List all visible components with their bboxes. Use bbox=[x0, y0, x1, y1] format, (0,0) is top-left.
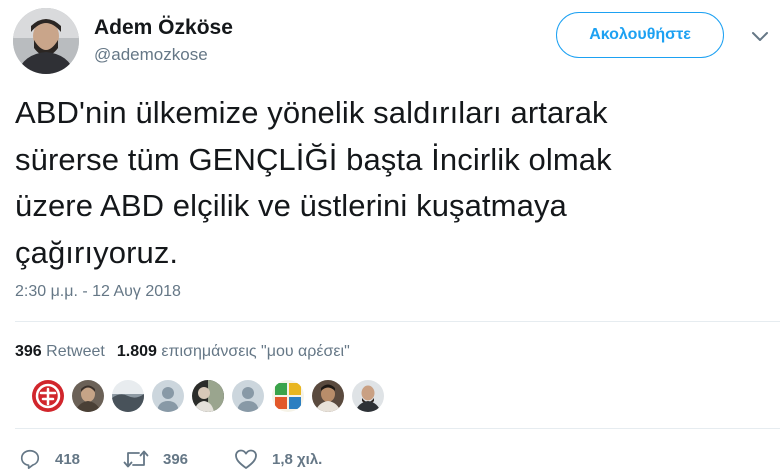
tweet-text-line: üzere ABD elçilik ve üstlerini kuşatmaya bbox=[15, 188, 567, 223]
reply-count: 418 bbox=[55, 450, 81, 468]
user-handle[interactable]: @ademozkose bbox=[94, 45, 208, 65]
tweet-header: Adem Özköse @ademozkose Ακολουθήστε bbox=[13, 8, 780, 74]
landscape-photo-avatar-icon bbox=[112, 380, 144, 412]
divider bbox=[15, 321, 780, 322]
default-avatar-icon bbox=[152, 380, 184, 412]
liker-avatar[interactable] bbox=[191, 379, 225, 413]
reply-icon bbox=[20, 449, 40, 469]
like-count: 1,8 χιλ. bbox=[272, 450, 323, 468]
liker-avatar[interactable] bbox=[351, 379, 385, 413]
profile-photo-icon bbox=[13, 8, 79, 74]
tweet-text-line: ABD'nin ülkemize yönelik saldırıları art… bbox=[15, 95, 608, 130]
like-button[interactable]: 1,8 χιλ. bbox=[234, 448, 322, 470]
person-photo-avatar-icon bbox=[72, 380, 104, 412]
person-photo-avatar-icon bbox=[352, 380, 384, 412]
liker-avatar[interactable] bbox=[231, 379, 265, 413]
likes-count: 1.809 bbox=[116, 343, 157, 360]
chevron-down-icon[interactable] bbox=[750, 30, 770, 44]
retweet-action-count: 396 bbox=[163, 450, 189, 468]
liker-avatar[interactable] bbox=[151, 379, 185, 413]
retweet-button[interactable]: 396 bbox=[123, 448, 188, 470]
liker-avatar[interactable] bbox=[311, 379, 345, 413]
person-photo-avatar-icon bbox=[312, 380, 344, 412]
default-avatar-icon bbox=[232, 380, 264, 412]
quba-logo-avatar-icon bbox=[272, 380, 304, 412]
likes-label: επισημάνσεις "μου αρέσει" bbox=[161, 343, 350, 360]
retweet-label: Retweet bbox=[46, 343, 105, 360]
liker-avatar[interactable] bbox=[111, 379, 145, 413]
liker-avatar[interactable] bbox=[71, 379, 105, 413]
tweet-text-line: çağırıyoruz. bbox=[15, 234, 179, 270]
divider bbox=[15, 428, 780, 429]
follow-button[interactable]: Ακολουθήστε bbox=[556, 12, 724, 58]
user-display-name[interactable]: Adem Özköse bbox=[94, 16, 233, 40]
tweet-timestamp[interactable]: 2:30 μ.μ. - 12 Αυγ 2018 bbox=[15, 283, 181, 301]
retweet-stat[interactable]: 396 Retweet bbox=[15, 343, 105, 360]
likes-stat[interactable]: 1.809 επισημάνσεις "μου αρέσει" bbox=[117, 343, 350, 360]
reply-button[interactable]: 418 bbox=[19, 448, 80, 470]
heart-icon bbox=[235, 449, 257, 469]
tweet-text: ABD'nin ülkemize yönelik saldırıları art… bbox=[15, 90, 755, 276]
red-logo-avatar-icon bbox=[32, 380, 64, 412]
tweet-stats: 396 Retweet 1.809 επισημάνσεις "μου αρέσε… bbox=[15, 343, 350, 361]
retweet-icon bbox=[123, 450, 149, 468]
liker-avatar[interactable] bbox=[271, 379, 305, 413]
tweet-text-line: sürerse tüm GENÇLİĞİ başta İncirlik olma… bbox=[15, 141, 612, 177]
avatar[interactable] bbox=[13, 8, 79, 74]
liker-avatar[interactable] bbox=[31, 379, 65, 413]
tweet-actions: 418 396 1,8 χιλ. bbox=[15, 448, 515, 472]
dark-photo-avatar-icon bbox=[192, 380, 224, 412]
retweet-count: 396 bbox=[15, 343, 42, 360]
